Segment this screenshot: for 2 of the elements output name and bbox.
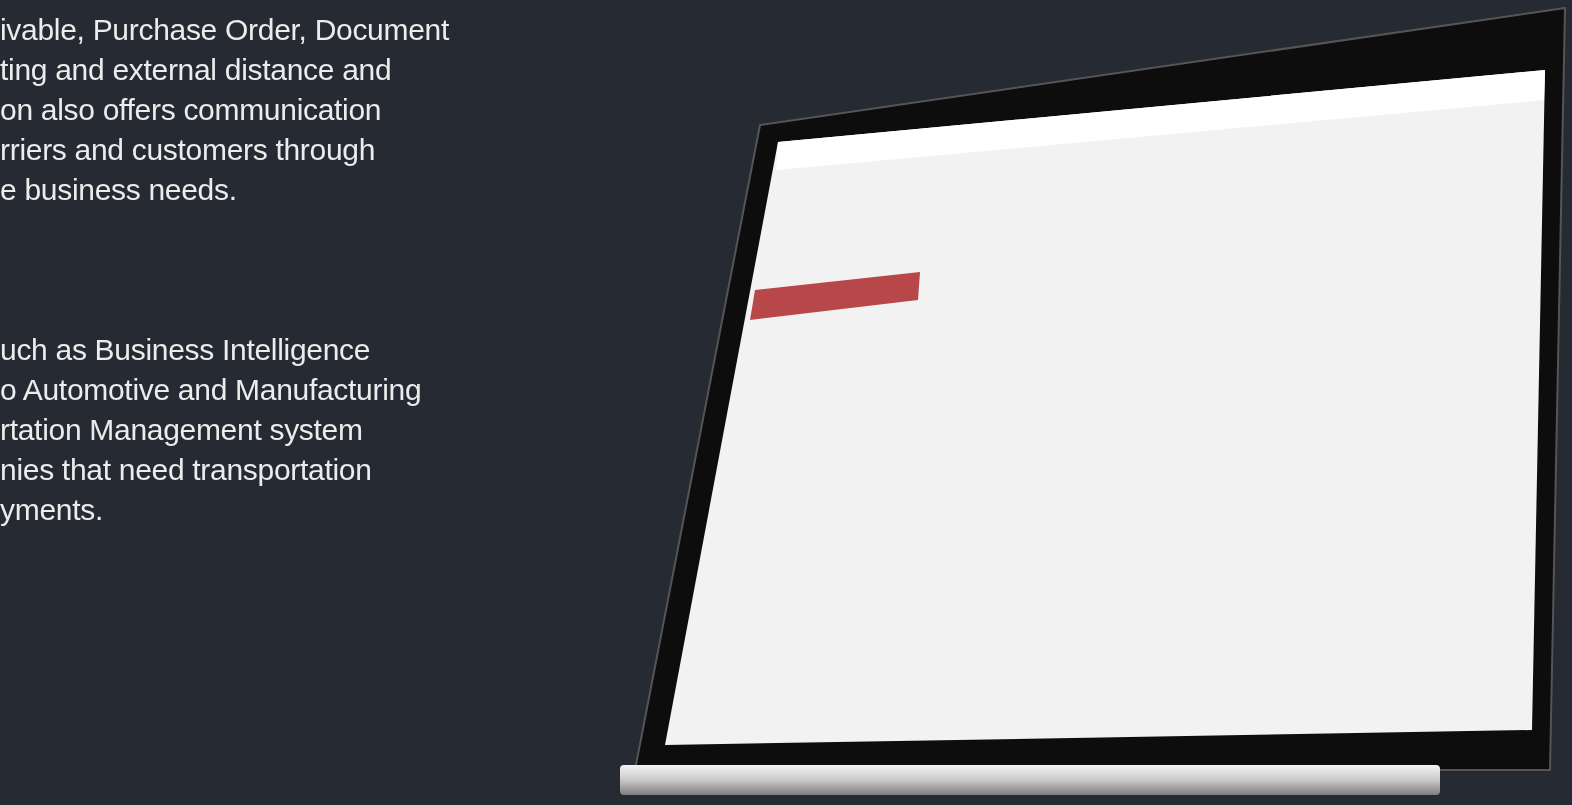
paragraph-text: uch as Business Intelligence o Automotive and Manufacturing rtation Management system nies that need transportation yments. <box>0 332 423 528</box>
paragraph-text: ivable, Purchase Order, Document ting and external distance and on also offers communication rriers and customers through e business needs. <box>0 12 450 208</box>
